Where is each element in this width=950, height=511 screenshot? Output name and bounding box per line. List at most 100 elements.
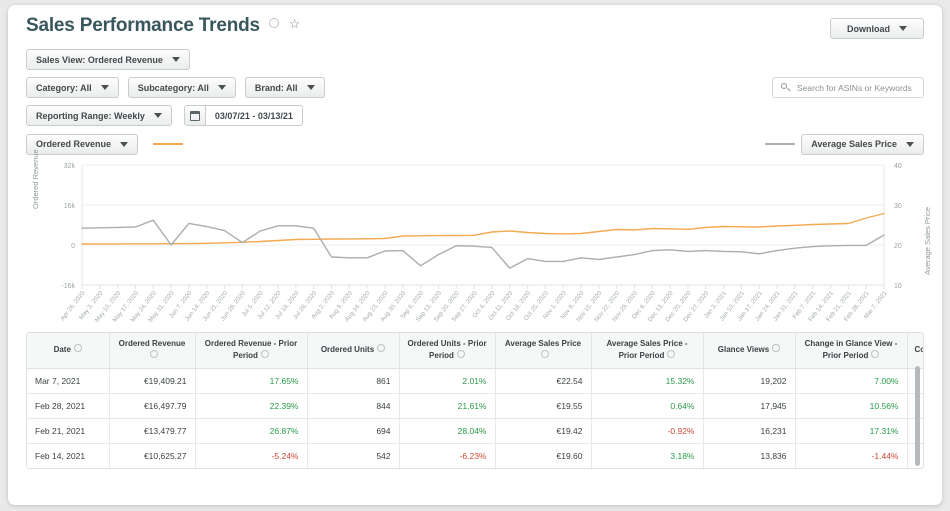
table-column-header-label: Change in Glance View - Prior Period [804,339,898,360]
filter-row-sales-view: Sales View: Ordered Revenue [26,49,924,70]
y-axis-tick-right: 30 [894,203,902,210]
table-column-header[interactable]: Ordered Revenue [109,333,196,369]
table-vertical-scrollbar[interactable] [915,366,920,466]
chevron-down-icon [217,85,226,90]
table-cell-ordered-units: 694 [307,418,400,444]
table-cell-ordered-units: 844 [307,393,400,419]
table-column-header[interactable]: Ordered Units - Prior Period [399,333,496,369]
table-column-header-label: Average Sales Price [504,339,582,348]
trend-chart: Ordered Revenue Average Sales Price 32k 1… [26,149,932,332]
table-cell-glance-views: 19,202 [703,368,796,394]
chevron-down-icon [899,26,907,31]
table-cell-avg-sales-price: €19.60 [495,443,592,468]
table-column-header-label: Ordered Revenue [118,339,186,348]
y-axis-tick-left: 0 [71,243,75,250]
date-range-value[interactable]: 03/07/21 - 03/13/21 [205,105,303,126]
table-row[interactable]: Mar 7, 2021 €19,409.21 17.65% 861 2.01% €22.5… [27,368,923,394]
table-cell-ordered-units-prior: 2.01% [399,368,496,394]
info-circle-icon[interactable] [377,344,386,353]
primary-metric-legend-swatch [153,143,184,145]
chart-series-ordered-revenue [81,212,885,245]
table-cell-avg-sales-price-prior: -0.92% [591,418,704,444]
reporting-range-dropdown[interactable]: Reporting Range: Weekly [26,105,172,126]
table-cell-ordered-revenue: €10,625.27 [109,443,196,468]
table-cell-avg-sales-price: €19.42 [495,418,592,444]
sales-view-dropdown[interactable]: Sales View: Ordered Revenue [26,49,190,70]
table-cell-ordered-revenue: €13,479.77 [109,418,196,444]
filter-row-taxonomy: Category: All Subcategory: All Brand: Al… [26,77,924,98]
primary-metric-label: Ordered Revenue [36,139,112,149]
info-circle-icon[interactable] [772,344,781,353]
table-cell-ordered-units: 861 [307,368,400,394]
star-icon[interactable]: ☆ [289,17,301,30]
table-header: Date Ordered Revenue Ordered Revenue - Pri… [27,333,924,369]
table-cell-glance-views-prior: 10.56% [795,393,908,419]
table-cell-date: Feb 14, 2021 [27,443,110,468]
table-cell-glance-views: 16,231 [703,418,796,444]
info-circle-icon[interactable] [540,349,549,358]
y-axis-title-right: Average Sales Price [923,207,932,275]
chevron-down-icon [153,113,162,118]
info-circle-icon[interactable] [456,349,465,358]
table-cell-date: Feb 28, 2021 [27,393,110,419]
chart-legend: Ordered Revenue Average Sales Price [8,133,942,155]
table-column-header-label: Co [914,344,924,354]
table-column-header[interactable]: Date [27,333,110,369]
search-input[interactable] [795,81,915,94]
category-label: Category: All [36,82,92,93]
info-circle-icon[interactable] [149,349,158,358]
y-axis-title-left: Ordered Revenue [31,149,40,209]
primary-metric-dropdown[interactable]: Ordered Revenue [26,133,139,155]
calendar-button[interactable] [183,105,206,126]
info-circle-icon[interactable] [871,349,880,358]
table-cell-ordered-units-prior: 21.61% [399,393,496,419]
table-column-header-label: Ordered Units [320,345,375,355]
table-column-header[interactable]: Glance Views [703,333,796,369]
table-cell-ordered-units: 542 [307,443,400,468]
title-icon-group: ☆ [269,15,300,33]
chart-canvas: 32k16k0-16k40302010Apr 26, 2020May 3, 20… [59,163,902,324]
table-column-header[interactable]: Average Sales Price - Prior Period [591,333,704,369]
table-cell-glance-views-prior: 7.00% [795,368,908,394]
sales-view-label: Sales View: Ordered Revenue [36,54,163,65]
y-axis-tick-left: -16k [61,283,75,290]
table-row[interactable]: Feb 28, 2021 €16,497.79 22.39% 844 21.61% €19… [27,393,923,419]
chevron-down-icon [906,141,914,147]
subcategory-dropdown[interactable]: Subcategory: All [127,77,236,98]
table-cell-ordered-revenue: €19,409.21 [109,368,196,394]
brand-dropdown[interactable]: Brand: All [244,77,325,98]
y-axis-tick-right: 40 [894,163,902,170]
category-dropdown[interactable]: Category: All [26,77,119,98]
y-axis-tick-left: 32k [64,163,76,170]
table-column-header[interactable]: Change in Glance View - Prior Period [795,333,908,369]
download-button[interactable]: Download [830,18,924,39]
search-box[interactable] [772,77,924,98]
info-circle-icon[interactable] [269,18,280,28]
subcategory-label: Subcategory: All [137,82,209,93]
y-axis-tick-right: 20 [894,243,902,250]
table-row[interactable]: Feb 14, 2021 €10,625.27 -5.24% 542 -6.23% €19… [27,443,923,468]
table-cell-glance-views-prior: -1.44% [795,443,908,468]
secondary-metric-dropdown[interactable]: Average Sales Price [801,133,924,155]
y-axis-tick-left: 16k [64,203,76,210]
calendar-icon [189,110,200,121]
table-cell-avg-sales-price: €19.55 [495,393,592,419]
table-body: Mar 7, 2021 €19,409.21 17.65% 861 2.01% €22.5… [27,368,923,468]
table-cell-ordered-revenue-prior: 22.39% [195,393,308,419]
sales-performance-app: Sales Performance Trends ☆ Download Sale… [8,5,942,505]
metrics-table-grid: Date Ordered Revenue Ordered Revenue - Pri… [27,333,924,468]
date-range-picker[interactable]: 03/07/21 - 03/13/21 [183,105,303,126]
table-cell-date: Feb 21, 2021 [27,418,110,444]
chevron-down-icon [120,141,129,147]
table-column-header[interactable]: Ordered Units [307,333,400,369]
table-column-header[interactable]: Ordered Revenue - Prior Period [195,333,308,369]
table-cell-glance-views-prior: 17.31% [795,418,908,444]
table-column-header[interactable]: Co [907,333,924,369]
info-circle-icon[interactable] [260,349,269,358]
chevron-down-icon [306,85,315,90]
info-circle-icon[interactable] [73,344,82,353]
chevron-down-icon [100,85,109,90]
table-row[interactable]: Feb 21, 2021 €13,479.77 26.87% 694 28.04% €19… [27,418,923,444]
table-column-header[interactable]: Average Sales Price [495,333,592,369]
info-circle-icon[interactable] [667,349,676,358]
